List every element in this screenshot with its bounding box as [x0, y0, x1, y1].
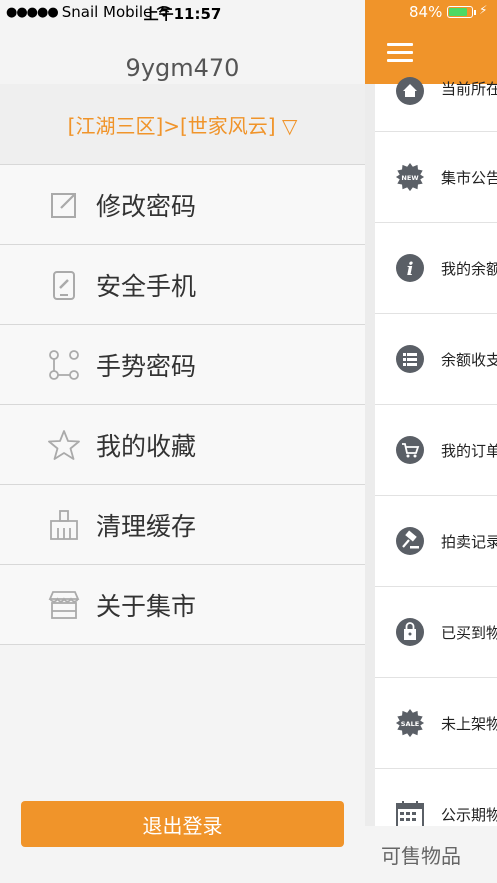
- info-icon: i: [395, 253, 425, 283]
- battery-percent: 84%: [409, 3, 443, 21]
- sale-badge-icon: SALE: [395, 708, 425, 738]
- edit-icon: [48, 189, 80, 221]
- row-label: 拍卖记录: [441, 532, 497, 551]
- row-label: 已买到物品: [441, 623, 497, 642]
- side-drawer: 9ygm470 [江湖三区]>[世家风云] ▽ 修改密码 安全手机 手势密码 我: [0, 26, 365, 883]
- tab-sellable-items[interactable]: 可售物品: [365, 826, 497, 883]
- home-icon: [395, 76, 425, 106]
- feature-list: 当前所在 NEW 集市公告 i 我的余额 余额收支 我的订单 拍卖记录 已买到物…: [375, 77, 497, 860]
- row-label: 我的订单: [441, 441, 497, 460]
- settings-menu: 修改密码 安全手机 手势密码 我的收藏 清理缓存 关于集市: [0, 164, 365, 645]
- cart-icon: [395, 435, 425, 465]
- gavel-icon: [395, 526, 425, 556]
- list-row-balance[interactable]: i 我的余额: [375, 223, 497, 314]
- menu-item-clear-cache[interactable]: 清理缓存: [0, 484, 365, 564]
- gesture-icon: [48, 349, 80, 381]
- menu-label: 我的收藏: [96, 431, 197, 461]
- lock-bag-icon: [395, 617, 425, 647]
- row-label: 集市公告: [441, 168, 497, 187]
- svg-text:i: i: [407, 259, 414, 280]
- calendar-icon: [395, 799, 425, 829]
- list-row-auction-records[interactable]: 拍卖记录: [375, 496, 497, 587]
- battery-tip: [474, 10, 476, 15]
- status-right: 84% ⚡: [365, 0, 497, 26]
- charging-icon: ⚡: [479, 3, 488, 17]
- menu-item-favorites[interactable]: 我的收藏: [0, 404, 365, 484]
- clock: 上午11:57: [143, 5, 222, 23]
- row-label: 余额收支: [441, 350, 497, 369]
- row-label: 未上架物品: [441, 714, 497, 733]
- status-bar: ●●●●● Snail Mobile 上午11:57 84% ⚡: [0, 0, 497, 26]
- row-label: 当前所在: [441, 80, 497, 98]
- server-selector[interactable]: [江湖三区]>[世家风云] ▽: [0, 84, 365, 164]
- list-row-unlisted[interactable]: SALE 未上架物品: [375, 678, 497, 769]
- main-content: 当前所在 NEW 集市公告 i 我的余额 余额收支 我的订单 拍卖记录 已买到物…: [365, 26, 497, 883]
- menu-label: 修改密码: [96, 191, 197, 221]
- tab-label: 可售物品: [381, 844, 461, 868]
- menu-item-gesture-password[interactable]: 手势密码: [0, 324, 365, 404]
- menu-item-change-password[interactable]: 修改密码: [0, 164, 365, 244]
- svg-text:SALE: SALE: [401, 720, 419, 728]
- row-label: 我的余额: [441, 259, 497, 278]
- menu-item-about[interactable]: 关于集市: [0, 564, 365, 645]
- menu-label: 清理缓存: [96, 511, 197, 541]
- battery-icon: [447, 6, 473, 18]
- menu-label: 手势密码: [96, 351, 197, 381]
- new-badge-icon: NEW: [395, 162, 425, 192]
- menu-item-secure-phone[interactable]: 安全手机: [0, 244, 365, 324]
- list-icon: [395, 344, 425, 374]
- broom-icon: [48, 509, 80, 541]
- menu-label: 安全手机: [96, 271, 197, 301]
- phone-link-icon: [48, 269, 80, 301]
- top-bar: [365, 26, 497, 84]
- store-icon: [48, 589, 80, 621]
- list-row-announcements[interactable]: NEW 集市公告: [375, 132, 497, 223]
- row-label: 公示期物品: [441, 805, 497, 824]
- list-row-balance-history[interactable]: 余额收支: [375, 314, 497, 405]
- star-icon: [48, 429, 80, 461]
- menu-label: 关于集市: [96, 591, 197, 621]
- list-row-orders[interactable]: 我的订单: [375, 405, 497, 496]
- logout-button[interactable]: 退出登录: [21, 801, 344, 847]
- list-row-purchased[interactable]: 已买到物品: [375, 587, 497, 678]
- menu-icon[interactable]: [387, 43, 413, 65]
- svg-text:NEW: NEW: [401, 174, 419, 182]
- username: 9ygm470: [125, 54, 240, 82]
- list-row-current-location[interactable]: 当前所在: [375, 77, 497, 132]
